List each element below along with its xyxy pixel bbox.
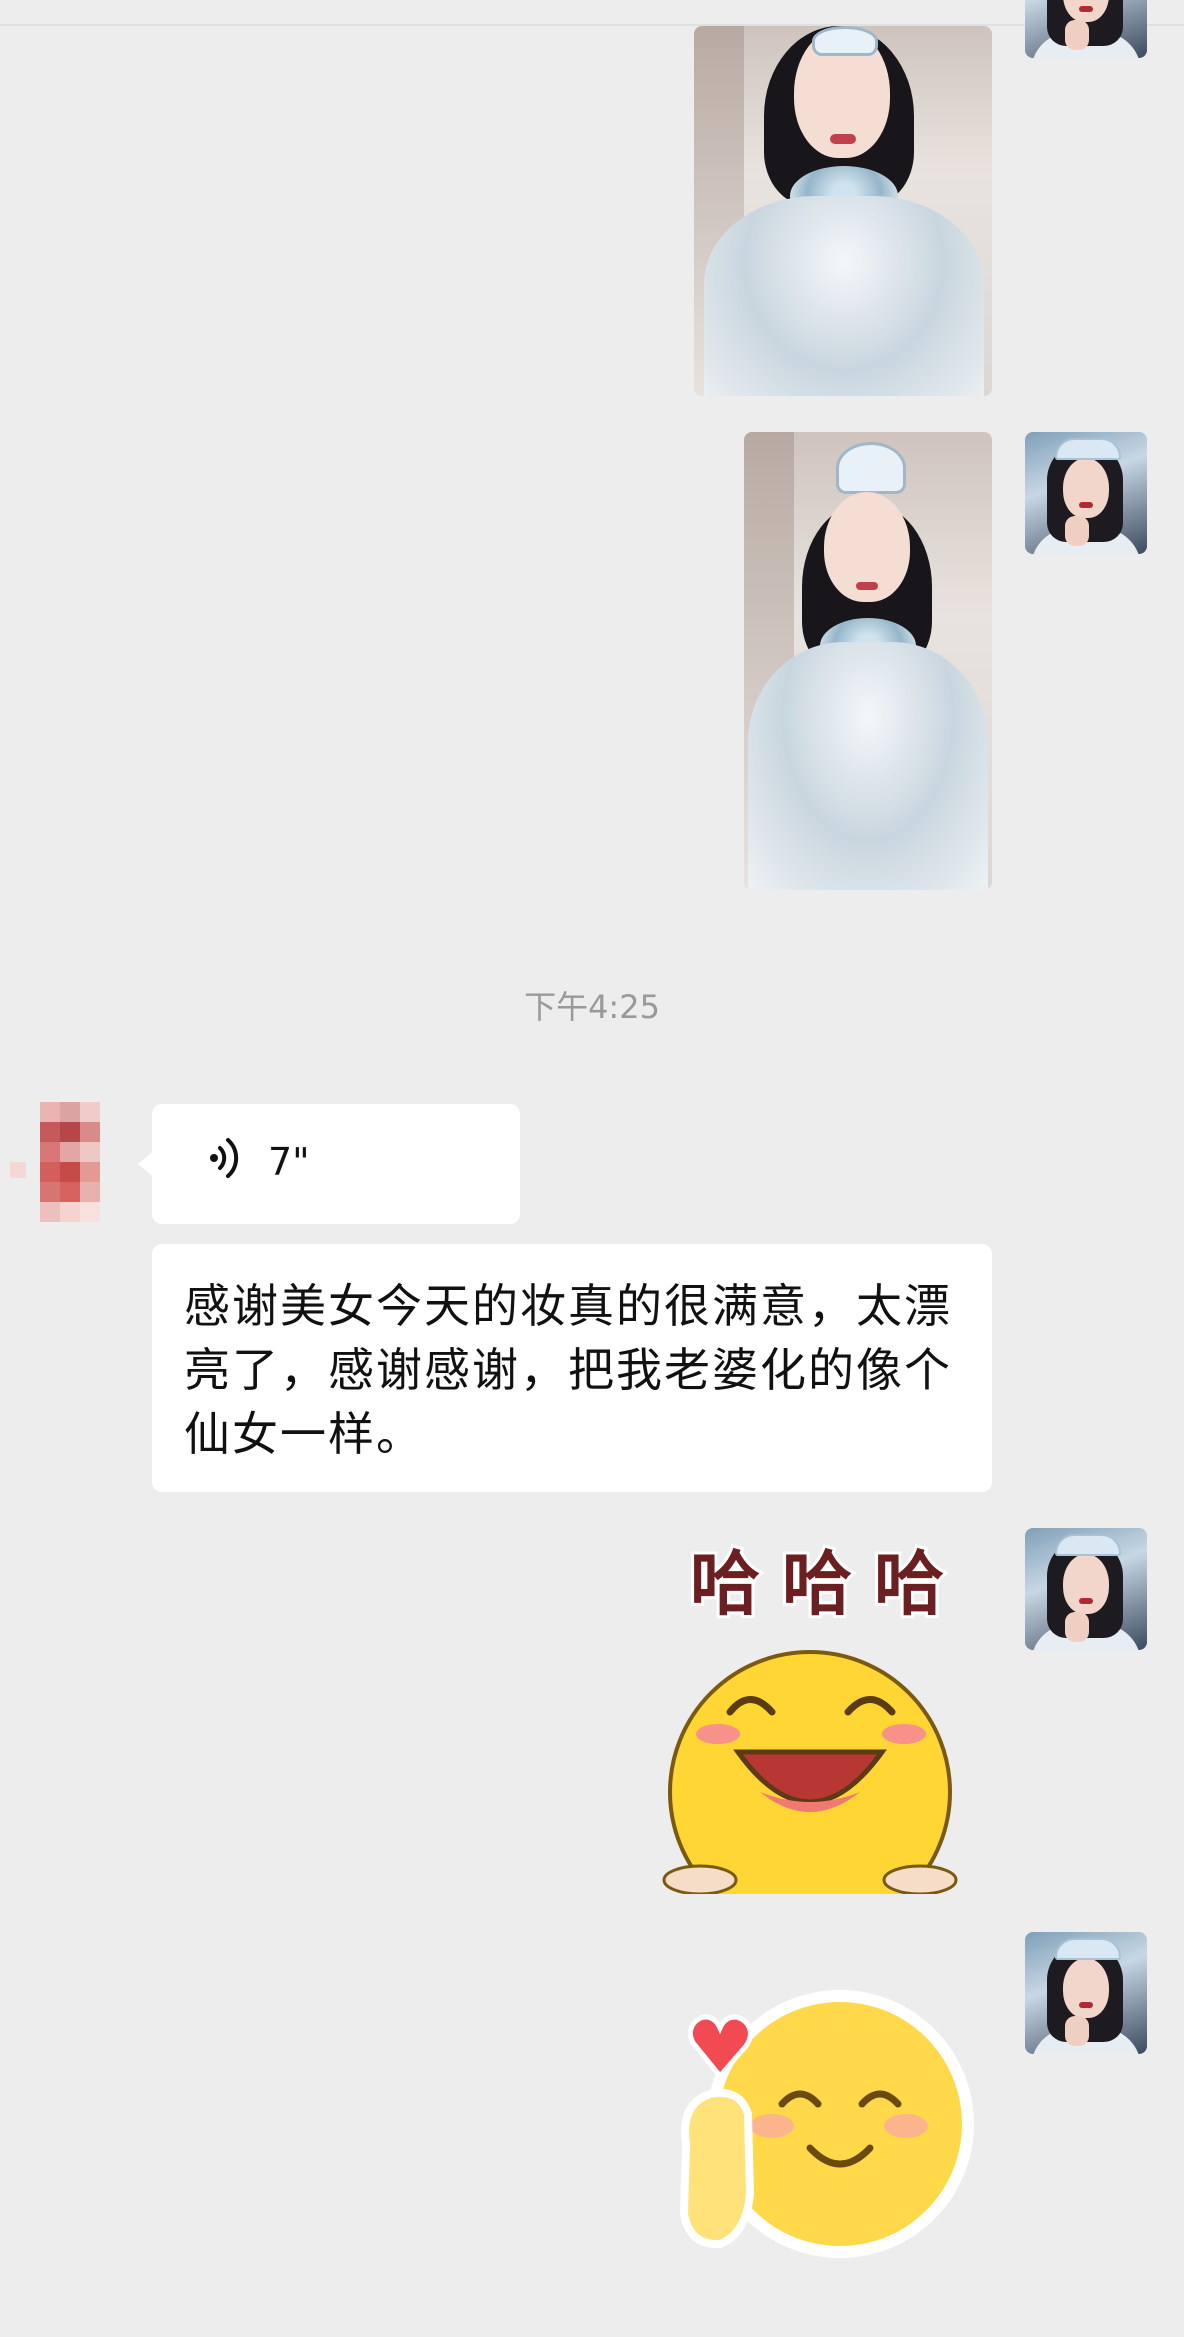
photo-message[interactable]: [744, 432, 992, 890]
laughing-emoji-icon: [662, 1650, 958, 1894]
voice-duration: 7": [268, 1140, 310, 1184]
avatar[interactable]: [1025, 0, 1147, 58]
sticker-message[interactable]: [670, 1984, 980, 2284]
voice-message-bubble[interactable]: 7": [152, 1104, 520, 1224]
message-text: 感谢美女今天的妆真的很满意，太漂亮了，感谢感谢，把我老婆化的像个仙女一样。: [184, 1279, 952, 1461]
contact-avatar[interactable]: [0, 1102, 122, 1230]
voice-wave-icon: [210, 1138, 239, 1178]
avatar[interactable]: [1025, 1932, 1147, 2054]
timestamp-divider: 下午4:25: [524, 988, 660, 1026]
photo-message[interactable]: [694, 26, 992, 396]
finger-heart-emoji-icon: [679, 1990, 974, 2258]
bubble-tail: [138, 1152, 152, 1176]
sticker-caption: 哈哈哈: [687, 1540, 966, 1628]
avatar[interactable]: [1025, 432, 1147, 554]
sticker-message[interactable]: 哈哈哈: [660, 1528, 960, 1894]
top-divider: [0, 24, 1184, 26]
avatar[interactable]: [1025, 1528, 1147, 1650]
text-message-bubble[interactable]: 感谢美女今天的妆真的很满意，太漂亮了，感谢感谢，把我老婆化的像个仙女一样。: [152, 1244, 992, 1492]
